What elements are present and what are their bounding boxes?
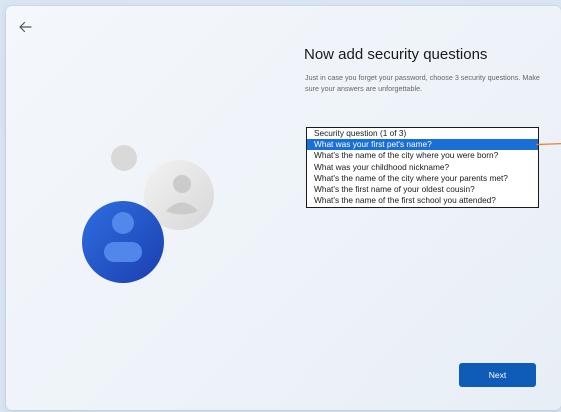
account-illustration xyxy=(82,145,214,283)
dropdown-option[interactable]: What's the name of the city where you we… xyxy=(307,150,538,161)
annotation-pointer-icon xyxy=(536,143,561,146)
decorative-dot-icon xyxy=(111,145,137,171)
dropdown-option[interactable]: What was your childhood nickname? xyxy=(307,162,538,173)
dropdown-option[interactable]: What's the name of the city where your p… xyxy=(307,173,538,184)
setup-window: Now add security questions Just in case … xyxy=(6,6,561,410)
page-title: Now add security questions xyxy=(304,46,488,63)
user-avatar-icon xyxy=(82,201,164,283)
dropdown-option[interactable]: What was your first pet's name? xyxy=(307,139,538,151)
security-question-dropdown[interactable]: Security question (1 of 3) What was your… xyxy=(306,127,539,208)
dropdown-caption[interactable]: Security question (1 of 3) xyxy=(307,128,538,139)
page-description: Just in case you forget your password, c… xyxy=(305,73,540,93)
oobe-screen: Now add security questions Just in case … xyxy=(0,0,561,412)
dropdown-option[interactable]: What's the first name of your oldest cou… xyxy=(307,184,538,195)
dropdown-option[interactable]: What's the name of the first school you … xyxy=(307,195,538,206)
next-button[interactable]: Next xyxy=(459,363,536,387)
